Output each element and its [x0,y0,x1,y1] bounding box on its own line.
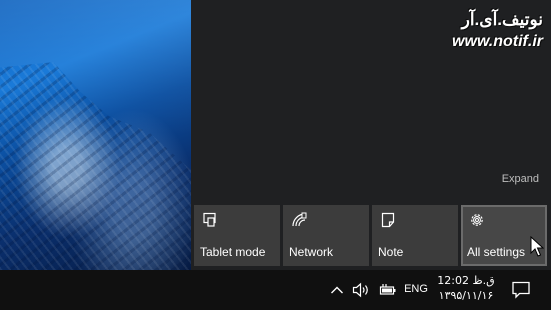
expand-link[interactable]: Expand [502,173,539,185]
tile-label: Tablet mode [200,245,266,259]
network-tile[interactable]: Network [283,205,369,266]
input-language-indicator[interactable]: ENG [402,283,430,295]
mouse-cursor-icon [530,236,544,257]
quick-actions: Tablet mode Network Note All settings [194,205,551,267]
clock[interactable]: ق.ظ 12:02 ۱۳۹۵/۱۱/۱۶ [436,273,496,304]
watermark-line-persian: نوتیف.آی.آر [461,10,543,29]
note-tile[interactable]: Note [372,205,458,266]
network-icon [291,212,307,228]
clock-date: ۱۳۹۵/۱۱/۱۶ [438,289,494,302]
watermark: نوتیف.آی.آر www.notif.ir [343,10,543,54]
tablet-mode-tile[interactable]: Tablet mode [194,205,280,266]
gear-icon [469,212,485,228]
tile-label: Note [378,245,404,259]
chevron-up-icon[interactable] [330,284,344,296]
battery-icon[interactable] [379,283,397,297]
watermark-line-url: www.notif.ir [452,33,543,50]
desktop-wallpaper [0,0,191,270]
volume-icon[interactable] [352,282,372,298]
action-center-button[interactable] [502,270,542,310]
tablet-mode-icon [202,212,218,228]
tile-label: All settings [467,245,526,259]
tile-label: Network [289,245,334,259]
note-icon [380,212,396,228]
action-center-icon [512,281,530,299]
clock-time: ق.ظ 12:02 [437,274,495,287]
